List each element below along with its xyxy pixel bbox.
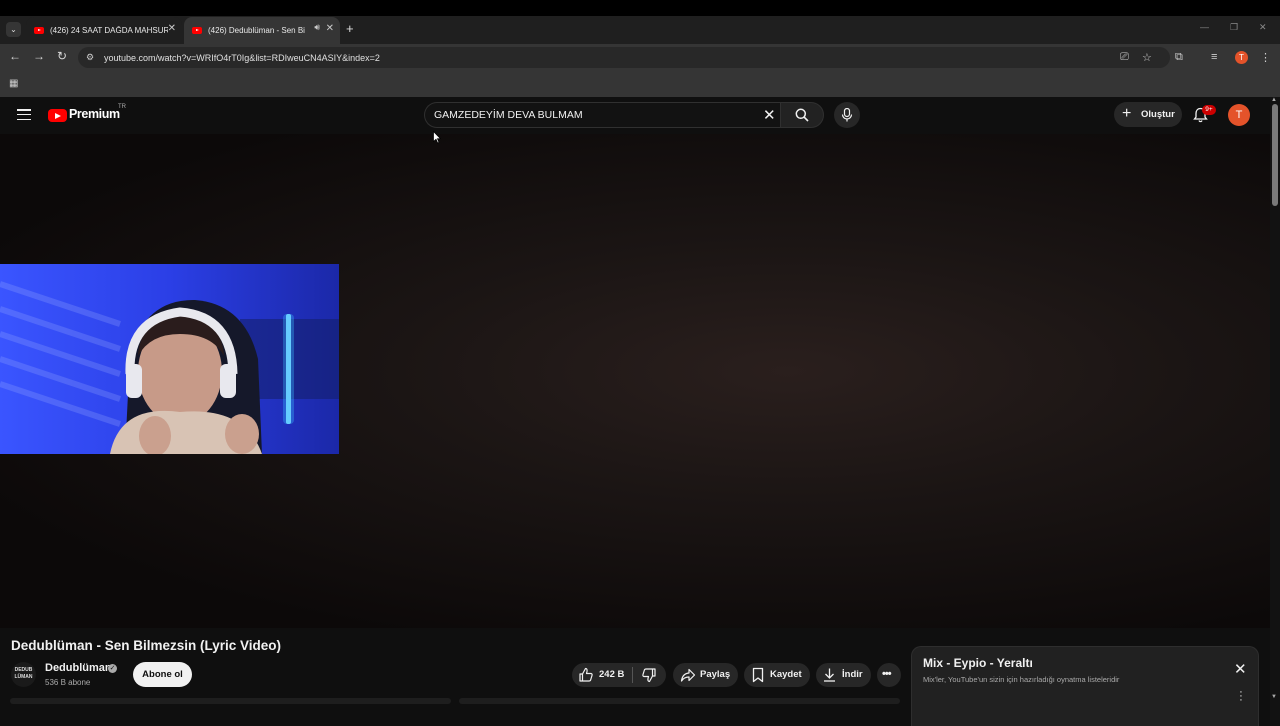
mouse-cursor-icon (433, 131, 441, 144)
tab-title: (426) 24 SAAT DAĞDA MAHSUR (50, 26, 168, 35)
download-icon (824, 668, 835, 682)
thumbs-down-icon[interactable] (641, 667, 657, 683)
forward-icon[interactable]: → (33, 49, 45, 63)
microphone-icon[interactable] (841, 108, 853, 122)
like-count: 242 B (599, 669, 625, 680)
hamburger-menu-icon[interactable] (17, 109, 31, 121)
bookmarks-bar (0, 71, 1280, 97)
plus-icon: + (1122, 105, 1132, 122)
premium-wordmark[interactable]: Premium (69, 107, 120, 121)
more-horizontal-icon[interactable]: ••• (882, 668, 892, 680)
subscriber-count: 536 B abone (45, 678, 91, 687)
search-icon[interactable] (795, 108, 809, 122)
url-text[interactable]: youtube.com/watch?v=WRIfO4rT0Ig&list=RDI… (104, 53, 380, 63)
channel-name[interactable]: Dedublüman (45, 662, 112, 674)
bookmark-star-icon[interactable]: ☆ (1142, 51, 1152, 64)
country-code: TR (118, 104, 126, 110)
thumbs-up-icon[interactable] (578, 667, 594, 683)
youtube-favicon-icon (192, 27, 202, 34)
browser-tab-active[interactable]: (426) Dedublüman - Sen Bi 🔊︎ ✕ (184, 17, 340, 44)
close-playlist-icon[interactable]: ✕ (1234, 660, 1247, 678)
tab-close-icon[interactable]: ✕ (326, 23, 334, 34)
youtube-logo-icon[interactable] (48, 109, 67, 122)
related-edge (459, 698, 900, 704)
webcam-scene (0, 264, 339, 454)
search-query-text[interactable]: GAMZEDEYİM DEVA BULMAM (434, 109, 583, 121)
site-info-icon[interactable]: ⚙ (86, 52, 97, 63)
streamer-webcam-overlay (0, 264, 339, 454)
reload-icon[interactable]: ↻ (57, 49, 67, 63)
tab-title: (426) Dedublüman - Sen Bi (208, 26, 305, 35)
extensions-icon[interactable]: ⧉ (1175, 51, 1183, 64)
close-window-icon[interactable]: ✕ (1259, 22, 1267, 33)
playlist-menu-icon[interactable]: · · · (1238, 687, 1244, 706)
media-controls-icon[interactable]: ≡ (1211, 51, 1217, 63)
minimize-icon[interactable]: — (1200, 22, 1209, 32)
video-title: Dedublüman - Sen Bilmezsin (Lyric Video) (11, 638, 282, 653)
mix-subtitle: Mix'ler, YouTube'un sizin için hazırladı… (923, 675, 1120, 684)
share-arrow-icon (680, 668, 696, 682)
apps-grid-icon[interactable]: ▦ (9, 78, 18, 89)
notification-badge: 9+ (1202, 105, 1216, 115)
bookmark-icon (752, 667, 764, 683)
back-icon[interactable]: ← (9, 49, 21, 63)
share-label: Paylaş (700, 669, 731, 680)
description-box-edge (10, 698, 451, 704)
save-label: Kaydet (770, 669, 802, 680)
clear-search-icon[interactable]: ✕ (763, 106, 776, 124)
tab-close-icon[interactable]: ✕ (168, 23, 176, 34)
scroll-down-arrow-icon[interactable]: ▼ (1271, 694, 1277, 700)
scroll-up-arrow-icon[interactable]: ▲ (1271, 97, 1277, 103)
new-tab-button[interactable]: + (346, 21, 354, 36)
subscribe-button[interactable]: Abone ol (133, 662, 192, 687)
verified-check-icon: ✓ (108, 664, 117, 673)
tab-search-button[interactable]: ⌄ (6, 22, 21, 37)
download-label: İndir (842, 669, 863, 680)
like-dislike-divider (632, 667, 633, 683)
mix-title[interactable]: Mix - Eypio - Yeraltı (923, 656, 1033, 670)
tab-audio-icon[interactable]: 🔊︎ (314, 22, 320, 33)
account-avatar[interactable]: T (1228, 104, 1250, 126)
create-label: Oluştur (1141, 109, 1175, 120)
browser-tab[interactable]: (426) 24 SAAT DAĞDA MAHSUR ✕ (26, 17, 182, 44)
channel-avatar[interactable]: DEDUB LÜMAN (11, 662, 36, 687)
restore-icon[interactable]: ❐ (1230, 22, 1238, 33)
browser-profile-avatar[interactable]: T (1235, 51, 1248, 64)
install-app-icon[interactable]: ⎚ (1120, 51, 1129, 64)
youtube-favicon-icon (34, 27, 44, 34)
scrollbar-thumb[interactable] (1272, 104, 1278, 206)
browser-menu-icon[interactable]: ⋮ (1260, 51, 1271, 64)
